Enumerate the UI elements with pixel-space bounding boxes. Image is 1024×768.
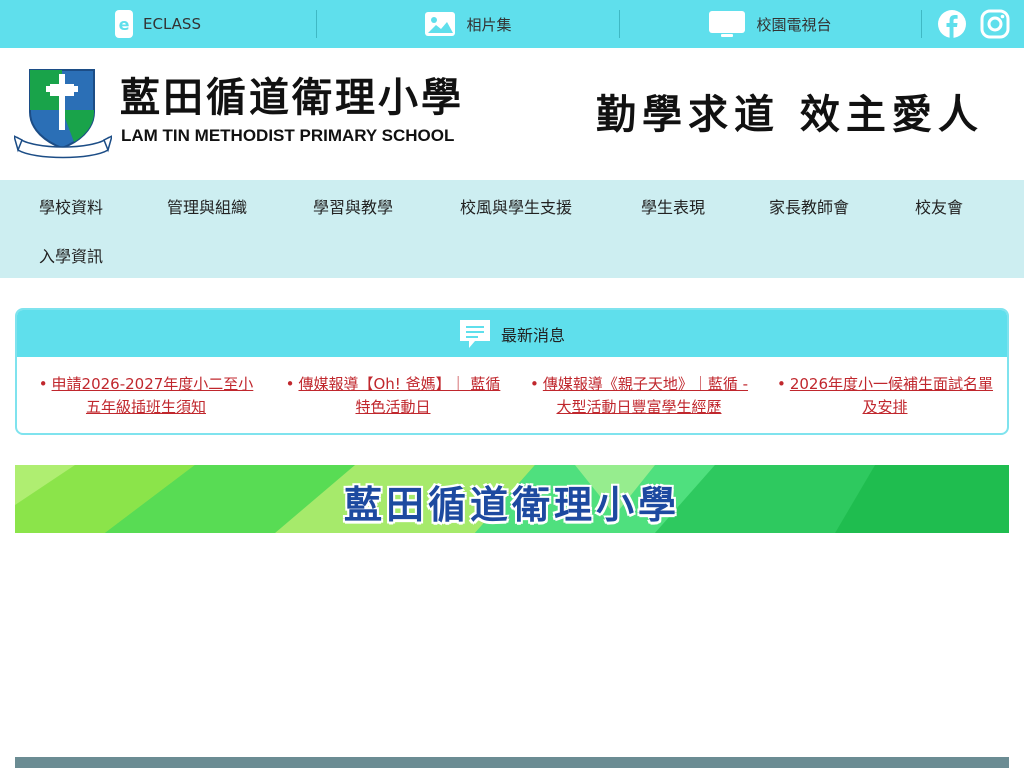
facebook-link[interactable] <box>937 9 967 39</box>
eclass-label: ECLASS <box>143 15 201 33</box>
nav-student-support[interactable]: 校風與學生支援 <box>460 194 572 218</box>
campus-tv-link[interactable]: 校園電視台 <box>620 0 920 48</box>
news-item-text: 傳媒報導《親子天地》｜藍循 - 大型活動日豐富學生經歷 <box>542 375 749 416</box>
image-icon <box>424 11 456 37</box>
photo-album-link[interactable]: 相片集 <box>317 0 619 48</box>
bullet-icon: • <box>285 375 295 393</box>
news-title: 最新消息 <box>500 325 565 345</box>
news-item[interactable]: • 2026年度小一候補生面試名單及安排 <box>775 373 995 419</box>
instagram-link[interactable] <box>980 9 1010 39</box>
news-item[interactable]: • 傳媒報導【Oh! 爸媽】｜ 藍循特色活動日 <box>283 373 503 419</box>
facebook-icon <box>938 10 966 38</box>
eclass-link[interactable]: e ECLASS <box>0 0 316 48</box>
main-navigation: 學校資料 管理與組織 學習與教學 校風與學生支援 學生表現 家長教師會 校友會 … <box>0 180 1024 278</box>
news-item-text: 2026年度小一候補生面試名單及安排 <box>789 375 994 416</box>
nav-student-performance[interactable]: 學生表現 <box>641 194 705 218</box>
nav-pta[interactable]: 家長教師會 <box>769 194 849 218</box>
photo-album-label: 相片集 <box>466 15 512 34</box>
latest-news-panel: 最新消息 • 申請2026-2027年度小二至小五年級插班生須知 • 傳媒報導【Oh… <box>15 308 1009 435</box>
nav-learning-teaching[interactable]: 學習與教學 <box>313 194 393 218</box>
eclass-icon: e <box>115 10 134 38</box>
instagram-icon <box>980 9 1010 39</box>
school-motto: 勤學求道 效主愛人 <box>596 91 984 138</box>
site-header: 藍田循道衛理小學 LAM TIN METHODIST PRIMARY SCHOO… <box>0 48 1024 180</box>
school-name-english: LAM TIN METHODIST PRIMARY SCHOOL <box>121 126 455 145</box>
news-item[interactable]: • 傳媒報導《親子天地》｜藍循 - 大型活動日豐富學生經歷 <box>529 373 749 419</box>
nav-management[interactable]: 管理與組織 <box>167 194 247 218</box>
nav-admission[interactable]: 入學資訊 <box>39 243 103 267</box>
monitor-icon <box>708 10 746 38</box>
news-item-text: 申請2026-2027年度小二至小五年級插班生須知 <box>51 375 254 416</box>
school-crest-logo[interactable] <box>12 66 114 162</box>
news-list: • 申請2026-2027年度小二至小五年級插班生須知 • 傳媒報導【Oh! 爸媽】… <box>17 357 1007 433</box>
topbar-divider <box>921 10 922 38</box>
bullet-icon: • <box>529 375 539 393</box>
bullet-icon: • <box>38 375 48 393</box>
school-name-chinese: 藍田循道衛理小學 <box>120 74 464 121</box>
news-item[interactable]: • 申請2026-2027年度小二至小五年級插班生須知 <box>36 373 256 419</box>
footer-strip <box>15 757 1009 768</box>
svg-text:e: e <box>119 15 130 34</box>
news-item-text: 傳媒報導【Oh! 爸媽】｜ 藍循特色活動日 <box>298 375 501 416</box>
hero-banner[interactable]: 藍田循道衛理小學 <box>15 465 1009 533</box>
nav-school-info[interactable]: 學校資料 <box>39 194 103 218</box>
campus-tv-label: 校園電視台 <box>756 15 832 34</box>
top-bar: e ECLASS 相片集 校園電視台 <box>0 0 1024 48</box>
bullet-icon: • <box>776 375 786 393</box>
chat-bubble-icon <box>459 319 490 348</box>
banner-title: 藍田循道衛理小學 <box>343 483 680 527</box>
school-crest-icon <box>12 69 114 159</box>
news-header: 最新消息 <box>17 310 1007 357</box>
nav-alumni[interactable]: 校友會 <box>915 194 963 218</box>
